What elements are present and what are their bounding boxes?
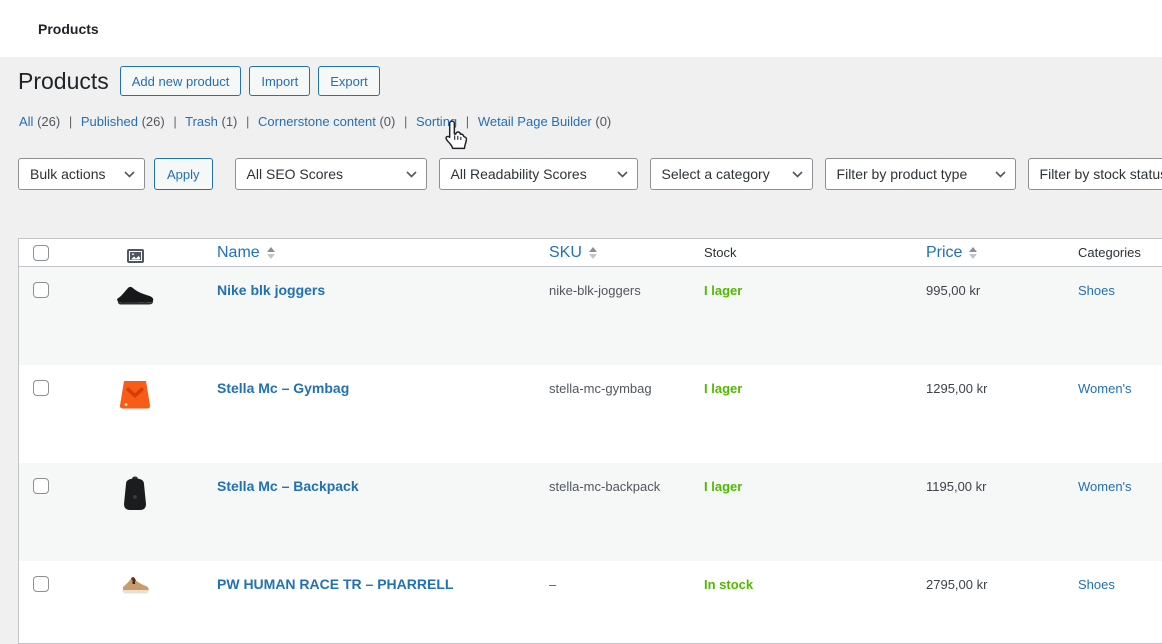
stock-status-badge: I lager — [704, 381, 742, 396]
image-column-header — [60, 242, 210, 263]
separator: | — [404, 114, 407, 129]
product-thumbnail[interactable] — [118, 378, 152, 463]
product-sku: – — [549, 577, 556, 592]
stock-status-label: Filter by stock status — [1040, 166, 1162, 182]
separator: | — [246, 114, 249, 129]
product-name-link[interactable]: PW HUMAN RACE TR – PHARRELL — [217, 576, 453, 592]
product-row: PW HUMAN RACE TR – PHARRELL – In stock 2… — [19, 561, 1162, 644]
view-link-sorting[interactable]: Sorting — [416, 114, 457, 129]
product-row: Stella Mc – Backpack stella-mc-backpack … — [19, 463, 1162, 561]
product-sku: stella-mc-backpack — [549, 479, 660, 494]
categories-header-label: Categories — [1078, 245, 1141, 260]
products-admin-page: Products Products Add new product Import… — [0, 0, 1162, 644]
product-row: Stella Mc – Gymbag stella-mc-gymbag I la… — [19, 365, 1162, 463]
product-name-link[interactable]: Nike blk joggers — [217, 282, 325, 298]
row-checkbox[interactable] — [33, 576, 49, 592]
sort-arrows-icon — [589, 247, 597, 259]
stock-status-badge: In stock — [704, 577, 753, 592]
product-price: 2795,00 kr — [926, 577, 987, 592]
select-all-checkbox[interactable] — [33, 245, 49, 261]
product-category-link[interactable]: Shoes — [1078, 283, 1115, 298]
category-select[interactable]: Select a category — [650, 158, 813, 190]
product-thumbnail[interactable] — [115, 280, 155, 365]
stock-status-badge: I lager — [704, 479, 742, 494]
product-price: 995,00 kr — [926, 283, 980, 298]
price-header-label: Price — [926, 244, 962, 262]
sort-by-price-header[interactable]: Price — [926, 244, 977, 262]
readability-scores-select[interactable]: All Readability Scores — [439, 158, 638, 190]
product-category-link[interactable]: Women's — [1078, 479, 1132, 494]
product-name-link[interactable]: Stella Mc – Backpack — [217, 478, 359, 494]
chevron-down-icon — [792, 171, 803, 178]
products-table: Name SKU Stock Price Categorie — [18, 238, 1162, 644]
stock-header-label: Stock — [704, 245, 737, 260]
row-checkbox[interactable] — [33, 478, 49, 494]
top-bar: Products — [0, 0, 1162, 57]
view-count: (0) — [379, 114, 395, 129]
sort-by-sku-header[interactable]: SKU — [549, 244, 597, 262]
table-header-row: Name SKU Stock Price Categorie — [19, 239, 1162, 267]
chevron-down-icon — [406, 171, 417, 178]
readability-scores-label: All Readability Scores — [451, 166, 587, 182]
product-category-link[interactable]: Shoes — [1078, 577, 1115, 592]
category-label: Select a category — [662, 166, 770, 182]
separator: | — [466, 114, 469, 129]
product-type-label: Filter by product type — [837, 166, 968, 182]
image-icon — [127, 249, 144, 263]
add-new-product-button[interactable]: Add new product — [120, 66, 242, 96]
product-sku: nike-blk-joggers — [549, 283, 641, 298]
filters-toolbar: Bulk actions Apply All SEO Scores All Re… — [18, 158, 1162, 190]
view-link-cornerstone-content[interactable]: Cornerstone content — [258, 114, 376, 129]
chevron-down-icon — [124, 171, 135, 178]
name-header-label: Name — [217, 244, 260, 262]
product-type-select[interactable]: Filter by product type — [825, 158, 1016, 190]
product-price: 1195,00 kr — [926, 479, 986, 494]
bulk-actions-select[interactable]: Bulk actions — [18, 158, 145, 190]
view-count: (0) — [595, 114, 611, 129]
view-count: (26) — [37, 114, 60, 129]
view-links: All (26) | Published (26) | Trash (1) | … — [19, 114, 611, 129]
page-header: Products Add new product Import Export — [18, 66, 388, 96]
breadcrumb: Products — [38, 21, 99, 37]
view-link-wetail-page-builder[interactable]: Wetail Page Builder — [478, 114, 592, 129]
stock-status-badge: I lager — [704, 283, 742, 298]
product-sku: stella-mc-gymbag — [549, 381, 652, 396]
sort-by-name-header[interactable]: Name — [217, 244, 275, 262]
view-count: (26) — [142, 114, 165, 129]
sort-arrows-icon — [969, 247, 977, 259]
product-thumbnail[interactable] — [120, 574, 150, 644]
seo-scores-select[interactable]: All SEO Scores — [235, 158, 427, 190]
bulk-actions-label: Bulk actions — [30, 166, 105, 182]
chevron-down-icon — [995, 171, 1006, 178]
view-link-trash[interactable]: Trash — [185, 114, 218, 129]
chevron-down-icon — [617, 171, 628, 178]
import-button[interactable]: Import — [249, 66, 310, 96]
view-count: (1) — [221, 114, 237, 129]
sku-header-label: SKU — [549, 244, 582, 262]
seo-scores-label: All SEO Scores — [247, 166, 343, 182]
separator: | — [173, 114, 176, 129]
separator: | — [69, 114, 72, 129]
view-link-published[interactable]: Published — [81, 114, 138, 129]
row-checkbox[interactable] — [33, 380, 49, 396]
view-link-all[interactable]: All — [19, 114, 33, 129]
export-button[interactable]: Export — [318, 66, 380, 96]
stock-status-select[interactable]: Filter by stock status — [1028, 158, 1162, 190]
row-checkbox[interactable] — [33, 282, 49, 298]
product-price: 1295,00 kr — [926, 381, 987, 396]
sort-arrows-icon — [267, 247, 275, 259]
product-name-link[interactable]: Stella Mc – Gymbag — [217, 380, 349, 396]
product-thumbnail[interactable] — [121, 476, 149, 561]
table-body: Nike blk joggers nike-blk-joggers I lage… — [19, 267, 1162, 644]
product-category-link[interactable]: Women's — [1078, 381, 1132, 396]
apply-button[interactable]: Apply — [154, 158, 213, 190]
page-title: Products — [18, 66, 109, 96]
product-row: Nike blk joggers nike-blk-joggers I lage… — [19, 267, 1162, 365]
